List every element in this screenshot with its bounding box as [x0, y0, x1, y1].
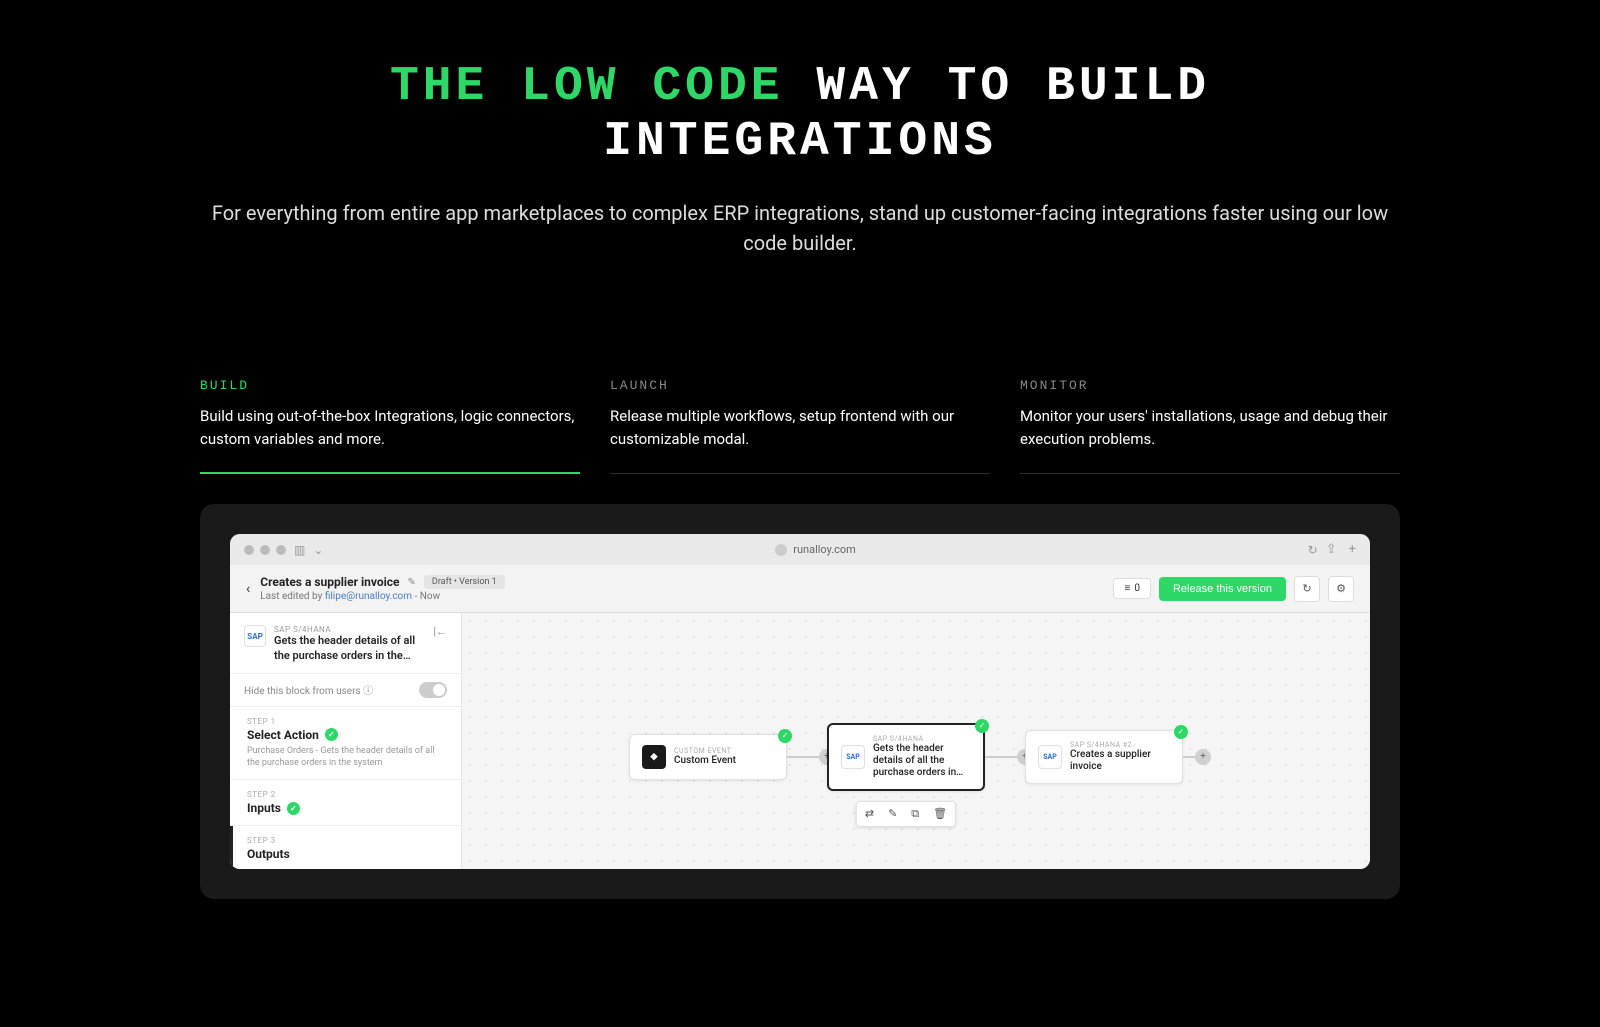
window-dot — [260, 545, 270, 555]
delete-icon[interactable]: 🗑 — [933, 807, 947, 821]
sap-icon: SAP — [1038, 745, 1062, 769]
last-edited: Last edited by filipe@runalloy.com - Now — [260, 591, 1103, 602]
check-icon: ✓ — [325, 728, 338, 741]
connector: + — [1183, 756, 1203, 758]
node-custom-event[interactable]: ✓ ◆ CUSTOM EVENTCustom Event — [629, 734, 787, 780]
refresh-button[interactable]: ↻ — [1294, 576, 1320, 602]
window-dot — [276, 545, 286, 555]
refresh-icon: ↻ — [1308, 543, 1318, 557]
site-icon — [775, 544, 787, 556]
step-select-action[interactable]: STEP 1 Select Action✓ Purchase Orders - … — [230, 707, 461, 780]
share-icon: ⇪ — [1326, 542, 1337, 557]
settings-button[interactable]: ⚙ — [1328, 576, 1354, 602]
workflow-title: Creates a supplier invoice — [260, 575, 399, 589]
sap-icon: SAP — [841, 745, 865, 769]
tab-build[interactable]: BUILD Build using out-of-the-box Integra… — [200, 378, 580, 474]
url-bar: runalloy.com — [331, 543, 1299, 556]
sap-icon: SAP — [244, 625, 266, 647]
swap-icon[interactable]: ⇄ — [865, 807, 874, 821]
check-icon: ✓ — [287, 802, 300, 815]
hide-toggle[interactable] — [419, 682, 447, 698]
check-icon: ✓ — [1174, 725, 1188, 739]
count-pill[interactable]: ≡0 — [1113, 578, 1150, 599]
tab-monitor[interactable]: MONITOR Monitor your users' installation… — [1020, 378, 1400, 474]
workflow-canvas[interactable]: ✓ ◆ CUSTOM EVENTCustom Event + ✓ SAP SAP… — [462, 613, 1370, 869]
tab-launch[interactable]: LAUNCH Release multiple workflows, setup… — [610, 378, 990, 474]
config-sidebar: SAP SAP S/4HANA Gets the header details … — [230, 613, 462, 869]
edit-icon[interactable]: ✎ — [888, 807, 897, 821]
hero-subtitle: For everything from entire app marketpla… — [200, 198, 1400, 258]
connector: + — [787, 756, 827, 758]
event-icon: ◆ — [642, 745, 666, 769]
check-icon: ✓ — [778, 729, 792, 743]
node-toolbar: ⇄ ✎ ⧉ 🗑 — [856, 801, 956, 827]
back-button[interactable]: ‹ — [246, 581, 250, 597]
release-button[interactable]: Release this version — [1159, 577, 1286, 601]
step-outputs[interactable]: STEP 3 Outputs — [230, 826, 461, 869]
app-preview: ▥ ⌄ runalloy.com ↻ ⇪ + ‹ Creates a suppli… — [200, 504, 1400, 899]
collapse-icon[interactable]: |← — [433, 625, 447, 638]
node-sap-get-orders[interactable]: ✓ SAP SAP S/4HANAGets the header details… — [827, 723, 985, 791]
feature-tabs: BUILD Build using out-of-the-box Integra… — [0, 378, 1600, 474]
browser-chrome: ▥ ⌄ runalloy.com ↻ ⇪ + — [230, 534, 1370, 565]
connector: + — [985, 756, 1025, 758]
window-dot — [244, 545, 254, 555]
hero-title: THE LOW CODE WAY TO BUILD INTEGRATIONS — [200, 60, 1400, 170]
add-node-button[interactable]: + — [1195, 749, 1211, 765]
chevron-down-icon: ⌄ — [313, 543, 323, 557]
version-badge: Draft • Version 1 — [424, 575, 505, 589]
step-inputs[interactable]: STEP 2 Inputs✓ — [230, 780, 461, 826]
check-icon: ✓ — [975, 719, 989, 733]
node-sap-create-invoice[interactable]: ✓ SAP SAP S/4HANA #2Creates a supplier i… — [1025, 730, 1183, 784]
copy-icon[interactable]: ⧉ — [911, 807, 919, 821]
app-header: ‹ Creates a supplier invoice ✎ Draft • V… — [230, 565, 1370, 613]
edit-icon[interactable]: ✎ — [408, 577, 416, 588]
sidebar-toggle-icon: ▥ — [294, 543, 305, 557]
hide-label: Hide this block from users ⓘ — [244, 682, 373, 697]
new-tab-icon: + — [1349, 542, 1356, 557]
